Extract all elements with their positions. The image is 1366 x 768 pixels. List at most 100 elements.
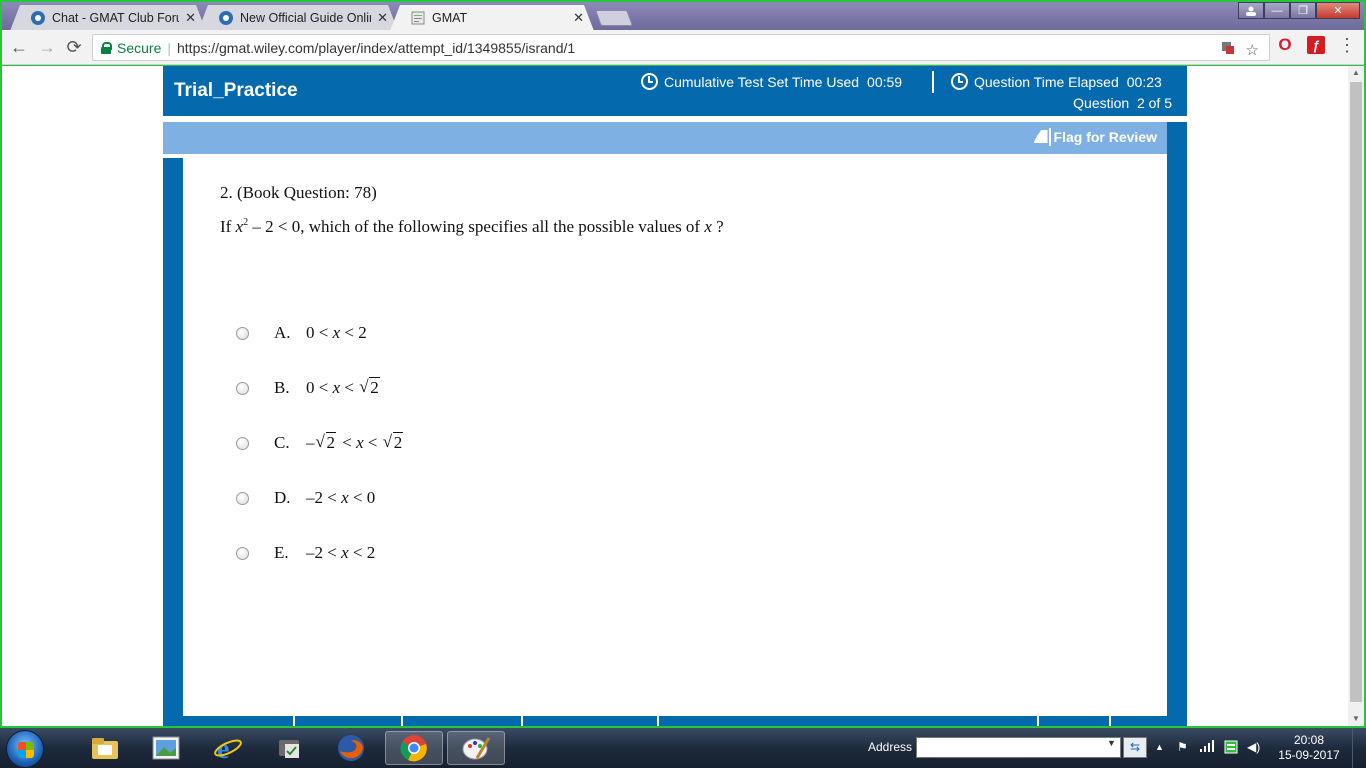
scroll-down-arrow-icon[interactable]: ▼ — [1348, 712, 1364, 726]
clock-time: 20:08 — [1293, 733, 1325, 747]
forward-arrow-icon[interactable]: → — [36, 37, 58, 58]
question-time: 00:23 — [1126, 74, 1162, 90]
option-expression: 0 < x < 2 — [306, 323, 367, 343]
internet-explorer-icon[interactable]: e — [199, 731, 257, 765]
player-header: Trial_Practice Cumulative Test Set Time … — [163, 66, 1187, 116]
radio-button[interactable] — [236, 546, 249, 560]
option-letter: A. — [274, 323, 291, 342]
windows-taskbar: e Address ▼ ⇆ ▲ ⚑ ◀) 20:08 15-09-2017 — [0, 728, 1366, 768]
minimize-button[interactable]: — — [1264, 2, 1290, 19]
radio-button[interactable] — [236, 381, 249, 395]
flag-for-review-button[interactable]: Flag for Review — [1034, 128, 1157, 146]
explorer-icon[interactable] — [76, 731, 134, 765]
option-expression: 0 < x < 2 — [306, 377, 382, 398]
footer-button[interactable] — [659, 716, 1039, 726]
window-close-button[interactable]: ✕ — [1316, 2, 1360, 19]
tab-title: GMAT — [432, 11, 468, 25]
address-bar[interactable]: Secure | https://gmat.wiley.com/player/i… — [92, 34, 1270, 61]
footer-button[interactable] — [295, 716, 403, 726]
expr-text: < — [340, 378, 359, 397]
url-text[interactable]: https://gmat.wiley.com/player/index/atte… — [177, 40, 575, 56]
clock-icon — [641, 73, 658, 90]
radio-button[interactable] — [236, 436, 249, 450]
address-toolbar-input[interactable] — [916, 737, 1121, 758]
clock-icon — [951, 73, 968, 90]
expr-variable: x — [332, 323, 341, 342]
option-letter: B. — [274, 378, 290, 397]
back-arrow-icon[interactable]: ← — [8, 37, 30, 58]
image-viewer-icon[interactable] — [137, 731, 195, 765]
flash-icon[interactable]: ƒ — [1307, 36, 1325, 54]
bookmark-star-icon[interactable]: ☆ — [1246, 41, 1259, 59]
page-scrollbar[interactable]: ▲ ▼ — [1348, 66, 1364, 726]
question-number: 2. (Book Question: 78) — [220, 183, 377, 202]
answer-option-c[interactable]: C. –2 < x < 2 — [236, 431, 405, 455]
left-strip — [163, 154, 183, 726]
radicand: 2 — [392, 432, 404, 452]
footer-button[interactable] — [523, 716, 659, 726]
url-separator: | — [167, 39, 171, 56]
stem-text: ? — [711, 217, 724, 236]
expr-text: –2 < — [306, 488, 342, 507]
paint-icon[interactable] — [447, 731, 505, 765]
test-name: Trial_Practice — [174, 80, 298, 101]
footer-button[interactable] — [403, 716, 523, 726]
cumulative-timer: Cumulative Test Set Time Used 00:59 — [641, 73, 902, 90]
expr-text: 0 < — [306, 378, 333, 397]
expr-text: < 0 — [348, 488, 376, 507]
close-icon[interactable]: ✕ — [573, 10, 584, 26]
answer-option-e[interactable]: E. –2 < x < 2 — [236, 541, 375, 565]
web-page: Trial_Practice Cumulative Test Set Time … — [2, 66, 1348, 726]
option-letter: D. — [274, 488, 291, 507]
expr-variable: x — [356, 433, 364, 452]
stem-text: – 2 < 0, which of the following specifie… — [248, 217, 705, 236]
tab-gmat-club-chat[interactable]: Chat - GMAT Club Forum ✕ — [10, 5, 206, 31]
scroll-up-arrow-icon[interactable]: ▲ — [1348, 66, 1364, 80]
opera-icon[interactable]: O — [1276, 35, 1294, 54]
stem-variable: x — [704, 217, 712, 236]
firefox-icon[interactable] — [322, 731, 380, 765]
chevron-down-icon[interactable]: ▼ — [1107, 738, 1116, 748]
scroll-thumb[interactable] — [1350, 82, 1362, 702]
radio-button[interactable] — [236, 491, 249, 505]
answer-option-b[interactable]: B. 0 < x < 2 — [236, 376, 382, 400]
answer-option-d[interactable]: D. –2 < x < 0 — [236, 486, 375, 510]
radicand: 2 — [369, 377, 380, 397]
action-center-flag-icon[interactable]: ⚑ — [1177, 740, 1188, 754]
chrome-menu-icon[interactable]: ⋮ — [1338, 35, 1356, 56]
reload-icon[interactable]: ⟳ — [63, 37, 85, 58]
battery-icon[interactable] — [1224, 740, 1238, 757]
tray-chevron-icon[interactable]: ▲ — [1155, 742, 1164, 752]
show-desktop-button[interactable] — [1352, 728, 1366, 768]
option-expression: –2 < x < 2 — [306, 432, 405, 453]
cumulative-label: Cumulative Test Set Time Used — [664, 74, 860, 90]
system-clock[interactable]: 20:08 15-09-2017 — [1278, 733, 1340, 763]
new-tab-button[interactable] — [595, 10, 633, 26]
network-signal-icon[interactable] — [1200, 740, 1214, 755]
user-profile-button[interactable] — [1238, 2, 1264, 19]
answer-option-a[interactable]: A. 0 < x < 2 — [236, 321, 367, 345]
close-icon[interactable]: ✕ — [377, 10, 388, 26]
translate-icon[interactable] — [1221, 41, 1235, 59]
footer-button[interactable] — [1111, 716, 1167, 726]
expr-variable: x — [332, 378, 341, 397]
close-icon[interactable]: ✕ — [185, 10, 196, 26]
radicand: 2 — [325, 432, 336, 452]
flag-label: Flag for Review — [1053, 129, 1157, 145]
tab-new-official-guide[interactable]: New Official Guide Online ✕ — [198, 5, 398, 31]
maximize-button[interactable]: ❐ — [1290, 2, 1316, 19]
chrome-icon[interactable] — [385, 731, 443, 765]
radio-button[interactable] — [236, 326, 249, 340]
gmatclub-icon — [30, 10, 46, 26]
tab-gmat[interactable]: GMAT ✕ — [390, 5, 594, 31]
expr-variable: x — [341, 488, 349, 507]
tools-icon[interactable] — [261, 731, 319, 765]
footer-button[interactable] — [1039, 716, 1111, 726]
address-toolbar-label: Address — [868, 740, 913, 754]
start-button[interactable] — [6, 730, 44, 768]
go-button[interactable]: ⇆ — [1123, 737, 1147, 758]
expr-text: 0 < — [306, 323, 333, 342]
footer-button[interactable] — [183, 716, 295, 726]
footer-navigation-bar — [183, 716, 1167, 726]
volume-icon[interactable]: ◀) — [1247, 740, 1260, 754]
